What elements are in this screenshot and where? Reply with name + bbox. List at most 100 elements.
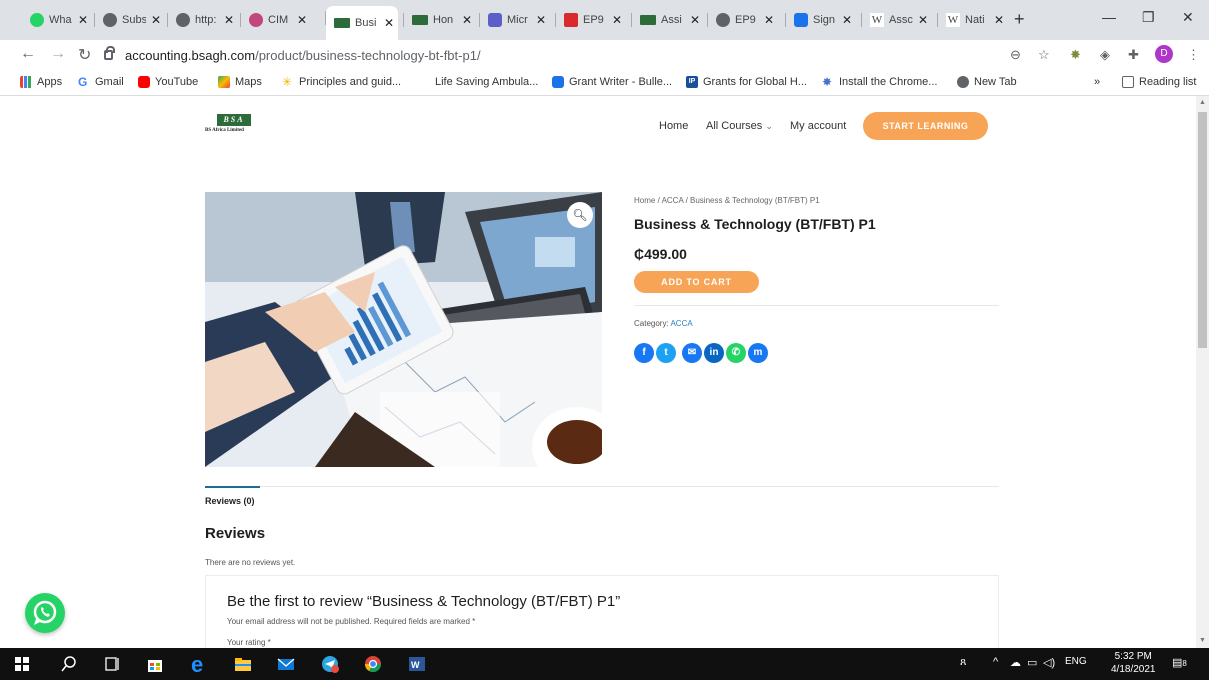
bookmark-new-tab[interactable]: New Tab — [957, 76, 1017, 88]
reload-icon[interactable]: ↻ — [78, 45, 91, 65]
show-hidden-icons-chevron-icon[interactable]: ^ — [993, 656, 998, 668]
windows-start-icon[interactable] — [13, 655, 31, 673]
browser-tab[interactable]: EP9 ✕ — [554, 8, 626, 32]
network-icon[interactable]: ☁ — [1010, 656, 1021, 669]
bookmark-install-chrome[interactable]: ✸ Install the Chrome... — [822, 76, 937, 88]
bookmark-life-saving[interactable]: Life Saving Ambula... — [418, 76, 538, 88]
zoom-search-icon[interactable]: 🔍︎ — [567, 202, 593, 228]
twitter-icon[interactable]: t — [656, 343, 676, 363]
battery-icon[interactable]: ▭ — [1027, 656, 1037, 669]
task-view-icon[interactable] — [104, 655, 122, 673]
bookmark-star-icon[interactable]: ☆ — [1038, 47, 1050, 63]
browser-tab[interactable]: Hon ✕ — [402, 8, 476, 32]
people-icon[interactable]: ጸ — [960, 656, 966, 669]
nav-all-courses[interactable]: All Courses ⌄ — [706, 120, 773, 132]
close-icon[interactable]: ✕ — [78, 13, 88, 27]
close-icon[interactable]: ✕ — [297, 13, 307, 27]
volume-icon[interactable]: ◁) — [1043, 656, 1055, 669]
restore-icon[interactable]: ❐ — [1142, 9, 1155, 26]
extension-icon[interactable]: ✸ — [1070, 47, 1081, 63]
browser-tab[interactable]: http: ✕ — [166, 8, 238, 32]
close-icon[interactable]: ✕ — [462, 13, 472, 27]
close-icon[interactable]: ✕ — [536, 13, 546, 27]
linkedin-icon[interactable]: in — [704, 343, 724, 363]
category-link[interactable]: ACCA — [670, 319, 692, 328]
close-icon[interactable]: ✕ — [764, 13, 774, 27]
close-icon[interactable]: ✕ — [994, 13, 1004, 27]
close-icon[interactable]: ✕ — [918, 13, 928, 27]
close-icon[interactable]: ✕ — [384, 16, 394, 30]
address-bar[interactable]: accounting.bsagh.com/product/business-te… — [104, 43, 1064, 67]
start-learning-button[interactable]: START LEARNING — [863, 112, 988, 140]
signin-favicon-icon — [794, 13, 808, 27]
bookmark-apps[interactable]: Apps — [20, 76, 62, 88]
browser-tab[interactable]: CIM ✕ — [239, 8, 311, 32]
site-logo[interactable]: BSA BS Africa Limited — [205, 114, 269, 140]
browser-tab[interactable]: EP9 ✕ — [706, 8, 778, 32]
word-icon[interactable]: W — [408, 655, 426, 673]
tab-label: Assc — [889, 14, 913, 26]
browser-tab[interactable]: Sign ✕ — [784, 8, 856, 32]
browser-tab-active[interactable]: Busi ✕ — [324, 6, 399, 40]
zoom-icon[interactable]: ⊖ — [1010, 47, 1021, 63]
store-icon[interactable] — [146, 655, 164, 673]
bookmark-maps[interactable]: Maps — [218, 76, 262, 88]
close-icon[interactable]: ✕ — [690, 13, 700, 27]
action-center-icon[interactable]: ▤8 — [1172, 656, 1187, 669]
tab-strip: Wha ✕ Subs ✕ http: ✕ CIM ✕ Busi ✕ Hon ✕ Micr ✕ … — [0, 0, 1209, 40]
profile-avatar[interactable]: D — [1155, 45, 1173, 63]
browser-tab[interactable]: Subs ✕ — [93, 8, 165, 32]
wikipedia-favicon-icon: W — [946, 13, 960, 27]
url-host: accounting.bsagh.com — [125, 47, 256, 63]
tab-label: EP9 — [583, 14, 604, 26]
bookmark-youtube[interactable]: YouTube — [138, 76, 198, 88]
tab-label: CIM — [268, 14, 289, 26]
browser-tab[interactable]: W Assc ✕ — [860, 8, 932, 32]
extensions-puzzle-icon[interactable]: ✚ — [1128, 47, 1139, 63]
edge-browser-icon[interactable]: e — [190, 655, 208, 673]
whatsapp-chat-button[interactable] — [25, 593, 65, 633]
tab-reviews[interactable]: Reviews (0) — [205, 496, 255, 506]
whatsapp-icon[interactable]: ✆ — [726, 343, 746, 363]
clock[interactable]: 5:32 PM 4/18/2021 — [1111, 650, 1156, 676]
close-icon[interactable]: ✕ — [224, 13, 234, 27]
window-close-icon[interactable]: ✕ — [1182, 9, 1194, 26]
email-icon[interactable]: ✉ — [682, 343, 702, 363]
language-indicator[interactable]: ENG — [1065, 656, 1087, 667]
more-bookmarks-chevron-icon[interactable]: » — [1094, 76, 1100, 88]
tab-label: Hon — [433, 14, 454, 26]
scroll-up-arrow-icon[interactable]: ▲ — [1199, 99, 1206, 106]
file-explorer-icon[interactable] — [234, 655, 252, 673]
page-scrollbar[interactable]: ▲ ▼ — [1196, 96, 1209, 648]
browser-tab[interactable]: Micr ✕ — [478, 8, 550, 32]
chrome-icon[interactable] — [364, 655, 382, 673]
mail-icon[interactable] — [277, 655, 295, 673]
forward-arrow-icon[interactable]: → — [50, 45, 66, 63]
browser-tab[interactable]: Assi ✕ — [630, 8, 704, 32]
close-icon[interactable]: ✕ — [151, 13, 161, 27]
scroll-thumb[interactable] — [1198, 112, 1207, 348]
reading-list-button[interactable]: Reading list — [1122, 76, 1196, 88]
bookmark-grant-writer[interactable]: Grant Writer - Bulle... — [552, 76, 672, 88]
scroll-down-arrow-icon[interactable]: ▼ — [1199, 637, 1206, 644]
close-icon[interactable]: ✕ — [612, 13, 622, 27]
new-tab-plus-icon[interactable]: + — [1014, 9, 1025, 30]
browser-tab[interactable]: Wha ✕ — [22, 8, 92, 32]
minimize-icon[interactable]: — — [1102, 9, 1116, 25]
telegram-icon[interactable] — [321, 655, 339, 673]
bookmark-grants-global[interactable]: IP Grants for Global H... — [686, 76, 807, 88]
search-icon[interactable] — [60, 655, 78, 673]
product-image[interactable]: 🔍︎ — [205, 192, 602, 467]
facebook-icon[interactable]: f — [634, 343, 654, 363]
back-arrow-icon[interactable]: ← — [20, 45, 36, 63]
extension-icon[interactable]: ◈ — [1100, 47, 1110, 63]
bookmark-principles[interactable]: ✳ Principles and guid... — [282, 76, 401, 88]
bookmark-gmail[interactable]: G Gmail — [78, 76, 124, 88]
menu-dots-icon[interactable]: ⋮ — [1187, 47, 1200, 63]
close-icon[interactable]: ✕ — [842, 13, 852, 27]
messenger-icon[interactable]: m — [748, 343, 768, 363]
browser-tab[interactable]: W Nati ✕ — [936, 8, 1008, 32]
add-to-cart-button[interactable]: ADD TO CART — [634, 271, 759, 293]
nav-home[interactable]: Home — [659, 120, 688, 132]
nav-my-account[interactable]: My account — [790, 120, 846, 132]
